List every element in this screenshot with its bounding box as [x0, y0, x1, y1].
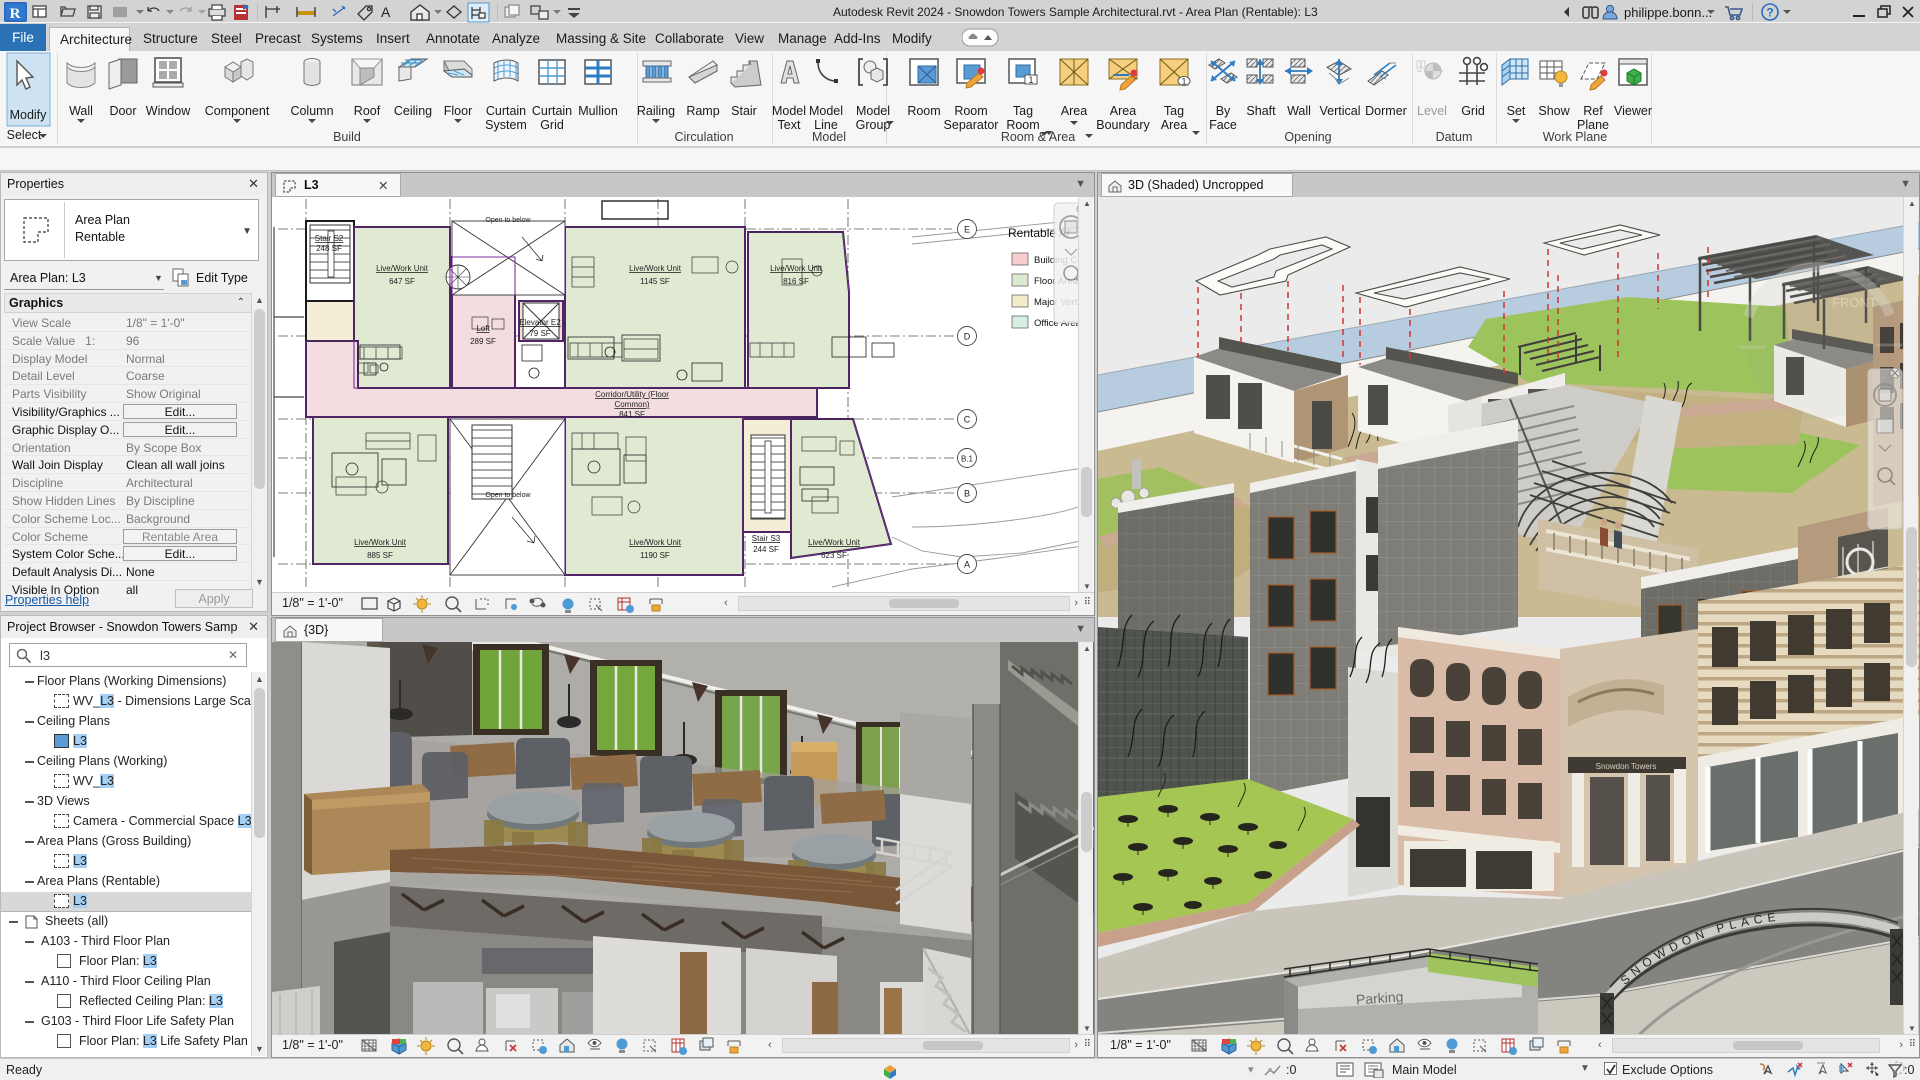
svg-text:Group: Group: [856, 118, 891, 132]
svg-text:1190 SF: 1190 SF: [640, 551, 670, 560]
svg-text:Stair S3: Stair S3: [752, 534, 781, 543]
svg-text:By: By: [1216, 104, 1231, 118]
svg-text:Wall: Wall: [1287, 104, 1311, 118]
svg-text:?: ?: [1766, 6, 1773, 20]
svg-text:Mullion: Mullion: [578, 104, 618, 118]
svg-text:A: A: [381, 4, 391, 20]
svg-text:244 SF: 244 SF: [753, 545, 779, 554]
svg-text:Roof: Roof: [354, 104, 381, 118]
svg-text:Live/Work Unit: Live/Work Unit: [354, 538, 407, 547]
svg-text:Area: Area: [1161, 118, 1187, 132]
svg-text:Curtain: Curtain: [486, 104, 526, 118]
svg-text:Area: Area: [1110, 104, 1136, 118]
svg-text:Ceiling: Ceiling: [394, 104, 432, 118]
svg-text:Show: Show: [1538, 104, 1570, 118]
svg-text:248 SF: 248 SF: [316, 244, 342, 253]
svg-text:Live/Work Unit: Live/Work Unit: [376, 264, 429, 273]
svg-text:Column: Column: [290, 104, 333, 118]
svg-text:1: 1: [1419, 62, 1423, 69]
svg-text:Circulation: Circulation: [674, 130, 733, 144]
svg-text:647 SF: 647 SF: [389, 277, 415, 286]
svg-text:841 SF: 841 SF: [619, 410, 645, 419]
svg-text:Opening: Opening: [1284, 130, 1331, 144]
svg-text:Common): Common): [614, 400, 649, 409]
svg-text:Railing: Railing: [637, 104, 675, 118]
svg-text:Face: Face: [1209, 118, 1237, 132]
svg-text:Tag: Tag: [1013, 104, 1033, 118]
svg-text:Model: Model: [772, 104, 806, 118]
svg-text:Ramp: Ramp: [686, 104, 719, 118]
svg-text:885 SF: 885 SF: [367, 551, 393, 560]
svg-text:Select: Select: [7, 128, 42, 142]
svg-text:Shaft: Shaft: [1246, 104, 1276, 118]
svg-text:Model: Model: [809, 104, 843, 118]
svg-text:Separator: Separator: [944, 118, 999, 132]
svg-text:Loft: Loft: [476, 324, 490, 333]
svg-text:B: B: [964, 489, 970, 499]
svg-text:Grid: Grid: [540, 118, 564, 132]
svg-text:Live/Work Unit: Live/Work Unit: [629, 538, 682, 547]
svg-text:816 SF: 816 SF: [783, 277, 809, 286]
svg-text:1: 1: [1181, 77, 1186, 87]
svg-text:Stair S2: Stair S2: [315, 234, 344, 243]
svg-text:Corridor/Utility (Floor: Corridor/Utility (Floor: [595, 390, 669, 399]
svg-text:C: C: [964, 415, 971, 425]
svg-text:Curtain: Curtain: [532, 104, 572, 118]
svg-text:1145 SF: 1145 SF: [640, 277, 670, 286]
svg-text:Parking: Parking: [1355, 988, 1403, 1007]
svg-text:Room: Room: [954, 104, 987, 118]
svg-text:Area: Area: [1061, 104, 1087, 118]
svg-text:Text: Text: [778, 118, 801, 132]
svg-text:Live/Work Unit: Live/Work Unit: [808, 538, 861, 547]
svg-text:Wall: Wall: [69, 104, 93, 118]
svg-text:Floor: Floor: [444, 104, 472, 118]
svg-text:Datum: Datum: [1436, 130, 1473, 144]
svg-text:FRONT: FRONT: [1832, 295, 1877, 310]
svg-text:Viewer: Viewer: [1614, 104, 1652, 118]
svg-text:philippe.bonn...: philippe.bonn...: [1624, 5, 1712, 20]
svg-text:Live/Work Unit: Live/Work Unit: [629, 264, 682, 273]
svg-text:Model: Model: [856, 104, 890, 118]
svg-text:Component: Component: [205, 104, 270, 118]
svg-text:Room & Area: Room & Area: [1001, 130, 1075, 144]
svg-text:1: 1: [1028, 75, 1033, 85]
svg-text:Autodesk Revit 2024 - Snowdon: Autodesk Revit 2024 - Snowdon Towers Sam…: [833, 5, 1318, 19]
svg-text:Model: Model: [812, 130, 846, 144]
svg-text:Snowdon Towers: Snowdon Towers: [1596, 762, 1657, 771]
svg-text:Open to below: Open to below: [485, 217, 531, 224]
svg-text:289 SF: 289 SF: [470, 337, 496, 346]
svg-text:Work Plane: Work Plane: [1543, 130, 1607, 144]
svg-text:A: A: [964, 560, 970, 570]
svg-text:Level: Level: [1417, 104, 1447, 118]
svg-text:B.1: B.1: [961, 455, 974, 464]
svg-text:Live/Work Unit: Live/Work Unit: [770, 264, 823, 273]
svg-text:E: E: [964, 225, 970, 235]
svg-text:R: R: [10, 6, 21, 22]
svg-text:Elevator E2: Elevator E2: [519, 318, 561, 327]
svg-text:Vertical: Vertical: [1320, 104, 1361, 118]
svg-text:System: System: [485, 118, 527, 132]
svg-text:Ref: Ref: [1583, 104, 1603, 118]
svg-text:Tag: Tag: [1164, 104, 1184, 118]
svg-text:Stair: Stair: [731, 104, 757, 118]
svg-text:Modify: Modify: [10, 108, 48, 122]
svg-text:Door: Door: [109, 104, 136, 118]
svg-text:Window: Window: [146, 104, 191, 118]
svg-text:Grid: Grid: [1461, 104, 1485, 118]
svg-text:Build: Build: [333, 130, 361, 144]
svg-text:Dormer: Dormer: [1365, 104, 1407, 118]
svg-text:D: D: [964, 332, 971, 342]
svg-text:Boundary: Boundary: [1096, 118, 1150, 132]
svg-text:79 SF: 79 SF: [529, 329, 550, 338]
svg-text:Set: Set: [1507, 104, 1526, 118]
svg-text:Room: Room: [907, 104, 940, 118]
svg-text:Open to below: Open to below: [485, 492, 531, 499]
svg-text:623 SF: 623 SF: [821, 551, 847, 560]
